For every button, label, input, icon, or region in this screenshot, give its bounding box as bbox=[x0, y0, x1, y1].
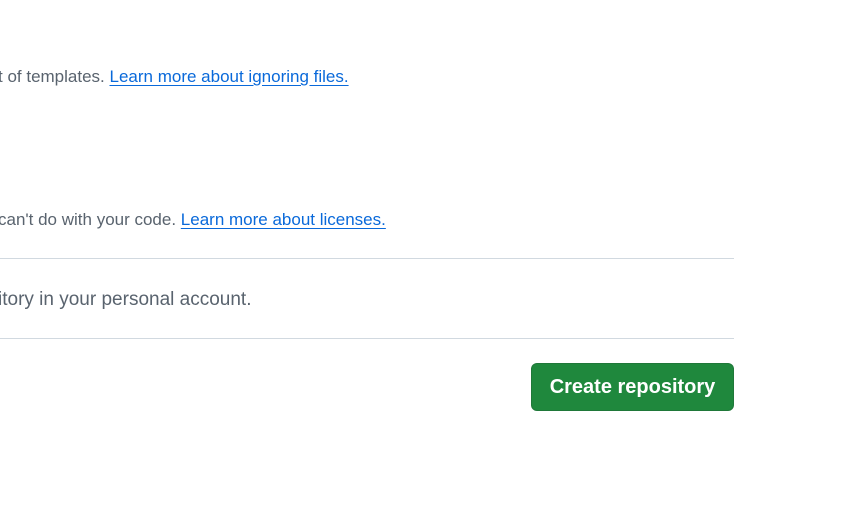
gitignore-help-text: t of templates. Learn more about ignorin… bbox=[0, 66, 349, 88]
learn-more-ignoring-files-link[interactable]: Learn more about ignoring files. bbox=[110, 67, 349, 86]
repository-summary-text: itory in your personal account. bbox=[0, 289, 252, 310]
license-help-label: can't do with your code. bbox=[0, 210, 181, 229]
section-divider bbox=[0, 338, 734, 339]
create-repository-button[interactable]: Create repository bbox=[531, 363, 734, 411]
section-divider bbox=[0, 258, 734, 259]
license-help-text: can't do with your code. Learn more abou… bbox=[0, 209, 386, 231]
learn-more-licenses-link[interactable]: Learn more about licenses. bbox=[181, 210, 386, 229]
gitignore-help-label: t of templates. bbox=[0, 67, 110, 86]
